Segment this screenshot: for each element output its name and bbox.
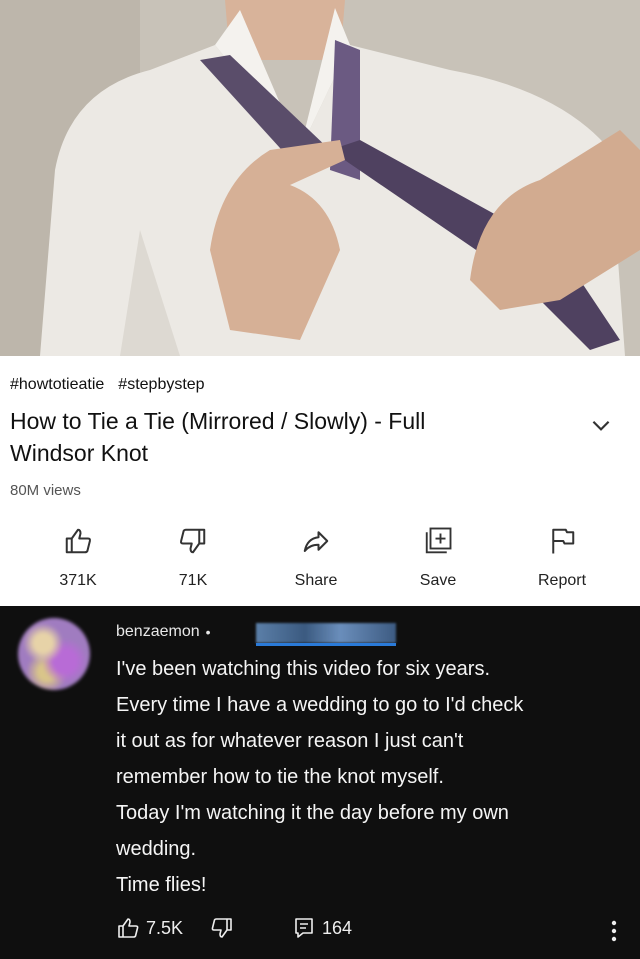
report-label: Report [537,572,587,589]
share-arrow-icon [303,531,329,552]
video-info-panel: #howtotieatie #stepbystep How to Tie a T… [0,356,640,606]
comment-like-count: 7.5K [146,917,184,938]
comment-dislike-button[interactable] [210,916,234,940]
redacted-timestamp [256,623,396,643]
hashtag-row: #howtotieatie #stepbystep [10,376,205,394]
comment-line: wedding. [116,838,197,860]
comment-line: I've been watching this video for six ye… [116,658,491,680]
comment-line: remember how to tie the knot myself. [116,766,444,788]
comment-card: benzaemon • I've been watching this vide… [0,606,640,959]
video-thumbnail-image [0,0,640,356]
thumbs-down-icon [180,528,206,554]
save-button[interactable]: Save [383,526,493,598]
chevron-down-icon[interactable] [588,412,614,438]
comment-line: Time flies! [116,874,207,896]
dislike-button[interactable]: 71K [138,526,248,598]
save-label: Save [419,572,457,589]
like-count: 371K [59,572,97,589]
like-button[interactable]: 371K [23,526,133,598]
report-button[interactable]: Report [507,526,617,598]
reply-comment-icon [295,918,313,938]
share-button[interactable]: Share [261,526,371,598]
reply-count: 164 [322,917,353,938]
hashtag-link[interactable]: #howtotieatie [10,376,104,394]
save-playlist-icon [425,527,452,554]
comment-line: it out as for whatever reason I just can… [116,730,464,752]
share-label: Share [294,572,338,589]
view-count: 80M views [10,482,81,499]
more-options-icon[interactable] [604,918,624,944]
comment-replies-button[interactable]: 164 [292,916,352,940]
video-title[interactable]: How to Tie a Tie (Mirrored / Slowly) - F… [10,405,550,469]
comment-header: benzaemon • [116,623,211,641]
thumbs-down-icon [211,918,232,938]
comment-action-bar: 7.5K 164 [116,916,626,946]
flag-icon [552,528,575,554]
comment-line: Today I'm watching it the day before my … [116,802,509,824]
avatar[interactable] [18,618,90,690]
separator-dot: • [205,624,211,640]
thumbs-up-icon [118,918,139,938]
video-action-bar: 371K 71K Share Save Report [0,526,640,598]
video-title-line: How to Tie a Tie (Mirrored / Slowly) - F… [10,408,426,434]
comment-author[interactable]: benzaemon [116,623,200,641]
comment-like-button[interactable]: 7.5K [116,916,183,940]
video-title-line: Windsor Knot [10,440,149,466]
dislike-count: 71K [178,572,208,589]
video-player[interactable] [0,0,640,356]
hashtag-link[interactable]: #stepbystep [118,376,204,394]
thumbs-up-icon [65,528,91,554]
comment-line: Every time I have a wedding to go to I'd… [116,694,524,716]
comment-text: I've been watching this video for six ye… [116,651,626,903]
redaction-underline [256,643,396,646]
